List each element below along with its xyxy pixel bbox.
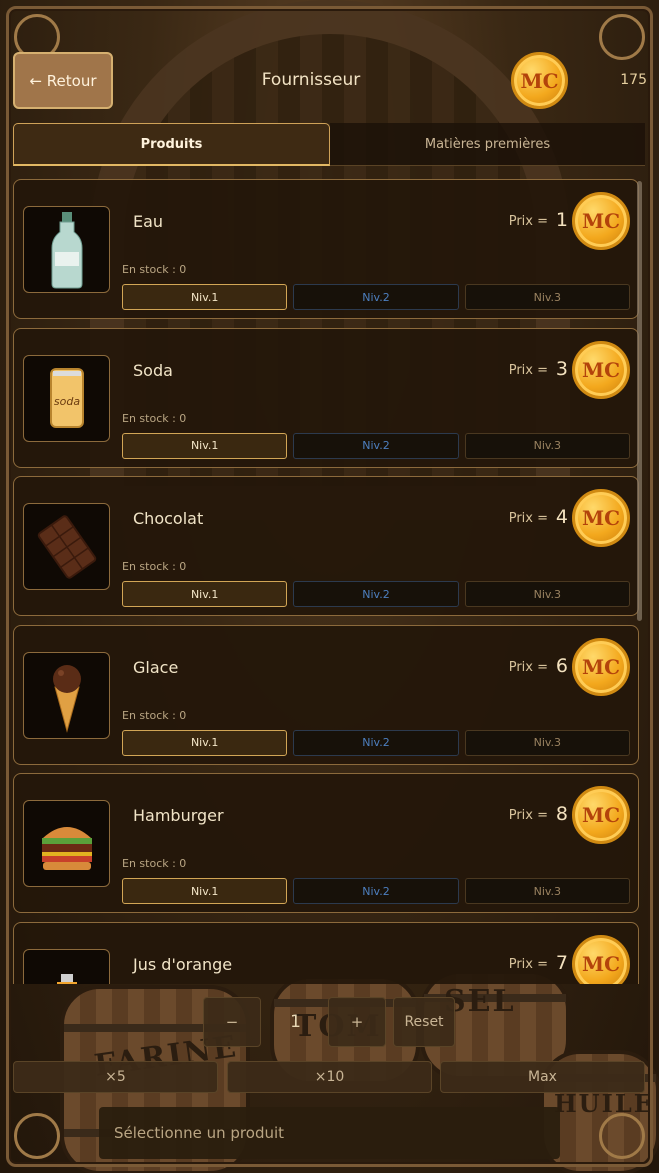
frame-corner-ornament (599, 14, 645, 60)
price-value: 8 (555, 803, 568, 825)
product-list[interactable]: Eau Prix = 1 MC En stock : 0 Niv.1 Niv.2… (13, 179, 639, 984)
orange-juice-icon (23, 948, 110, 984)
level-1-button[interactable]: Niv.1 (122, 729, 288, 756)
product-card[interactable]: Hamburger Prix = 8 MC En stock : 0 Niv.1… (13, 773, 639, 913)
product-name: Jus d'orange (133, 954, 233, 974)
stock-count: En stock : 0 (122, 708, 187, 722)
svg-text:soda: soda (53, 395, 79, 408)
stock-count: En stock : 0 (122, 857, 187, 870)
frame-corner-ornament (14, 1113, 60, 1159)
price-label: Prix = (508, 362, 548, 378)
product-card[interactable]: Jus d'orange Prix = 7 MC En stock : 0 Ni… (13, 921, 639, 984)
stock-count: En stock : 0 (122, 263, 187, 276)
soda-can-icon: soda (23, 354, 110, 442)
category-tabs: Produits Matières premières (13, 123, 645, 166)
price-label: Prix = (508, 511, 548, 526)
barrel-label-huile: HUILE (554, 1089, 654, 1118)
price-label: Prix = (508, 659, 548, 675)
level-2-button[interactable]: Niv.2 (293, 432, 459, 459)
product-name: Hamburger (133, 806, 224, 825)
price-label: Prix = (508, 808, 548, 823)
page-title: Fournisseur (261, 70, 361, 90)
product-name: Chocolat (133, 509, 204, 528)
level-selector: Niv.1 Niv.2 Niv.3 (122, 729, 630, 756)
multiply-5-button[interactable]: ×5 (13, 1061, 218, 1093)
coin-balance: 175 (620, 72, 647, 88)
mc-coin-icon: MC (572, 786, 630, 844)
product-name: Glace (133, 657, 179, 677)
stock-count: En stock : 0 (122, 560, 187, 573)
mc-coin-icon: MC (572, 637, 630, 696)
water-bottle-icon (23, 206, 110, 293)
level-3-button[interactable]: Niv.3 (464, 284, 630, 310)
price-value: 1 (555, 209, 568, 231)
product-card[interactable]: Chocolat Prix = 4 MC En stock : 0 Niv.1 … (13, 476, 639, 616)
multiply-10-button[interactable]: ×10 (227, 1061, 432, 1093)
level-1-button[interactable]: Niv.1 (122, 432, 288, 459)
product-card[interactable]: Eau Prix = 1 MC En stock : 0 Niv.1 Niv.2… (13, 179, 639, 319)
level-1-button[interactable]: Niv.1 (122, 878, 288, 904)
level-2-button[interactable]: Niv.2 (293, 878, 459, 904)
mc-coin-icon: MC (572, 489, 630, 547)
product-card[interactable]: Glace Prix = 6 MC En stock : 0 Niv.1 Niv… (13, 624, 639, 765)
price-value: 6 (555, 654, 568, 677)
level-2-button[interactable]: Niv.2 (293, 284, 459, 310)
level-selector: Niv.1 Niv.2 Niv.3 (122, 878, 630, 904)
select-product-button[interactable]: Sélectionne un produit (99, 1107, 560, 1159)
increment-button[interactable]: + (328, 997, 386, 1047)
max-button[interactable]: Max (440, 1061, 645, 1093)
level-1-button[interactable]: Niv.1 (122, 581, 288, 607)
product-name: Eau (133, 212, 164, 231)
frame-corner-ornament (599, 1113, 645, 1159)
mc-coin-icon: MC (572, 192, 630, 250)
price-value: 4 (555, 506, 568, 528)
reset-button[interactable]: Reset (393, 997, 455, 1047)
level-3-button[interactable]: Niv.3 (464, 432, 630, 459)
mc-coin-icon: MC (572, 340, 630, 399)
quantity-value[interactable]: 1 (268, 997, 323, 1047)
chocolate-bar-icon (23, 503, 110, 590)
level-2-button[interactable]: Niv.2 (293, 729, 459, 756)
level-selector: Niv.1 Niv.2 Niv.3 (122, 581, 630, 607)
mc-coin-icon: MC (511, 52, 568, 109)
tab-matieres-premieres[interactable]: Matières premières (330, 123, 645, 166)
level-2-button[interactable]: Niv.2 (293, 581, 459, 607)
level-1-button[interactable]: Niv.1 (122, 284, 288, 310)
ice-cream-icon (23, 651, 110, 739)
stock-count: En stock : 0 (122, 411, 187, 425)
product-name: Soda (133, 360, 173, 380)
level-3-button[interactable]: Niv.3 (464, 878, 630, 904)
level-selector: Niv.1 Niv.2 Niv.3 (122, 284, 630, 310)
product-card[interactable]: soda Soda Prix = 3 MC En stock : 0 Niv.1… (13, 327, 639, 468)
decrement-button[interactable]: − (203, 997, 261, 1047)
tab-produits[interactable]: Produits (13, 123, 330, 166)
price-label: Prix = (508, 214, 548, 229)
price-label: Prix = (508, 956, 548, 972)
level-selector: Niv.1 Niv.2 Niv.3 (122, 432, 630, 459)
scrollbar[interactable] (637, 181, 642, 621)
mc-coin-icon: MC (572, 934, 630, 984)
price-value: 7 (555, 951, 568, 974)
level-3-button[interactable]: Niv.3 (464, 581, 630, 607)
level-3-button[interactable]: Niv.3 (464, 729, 630, 756)
price-value: 3 (555, 357, 568, 380)
hamburger-icon (23, 800, 110, 887)
back-button[interactable]: ← Retour (13, 52, 113, 109)
